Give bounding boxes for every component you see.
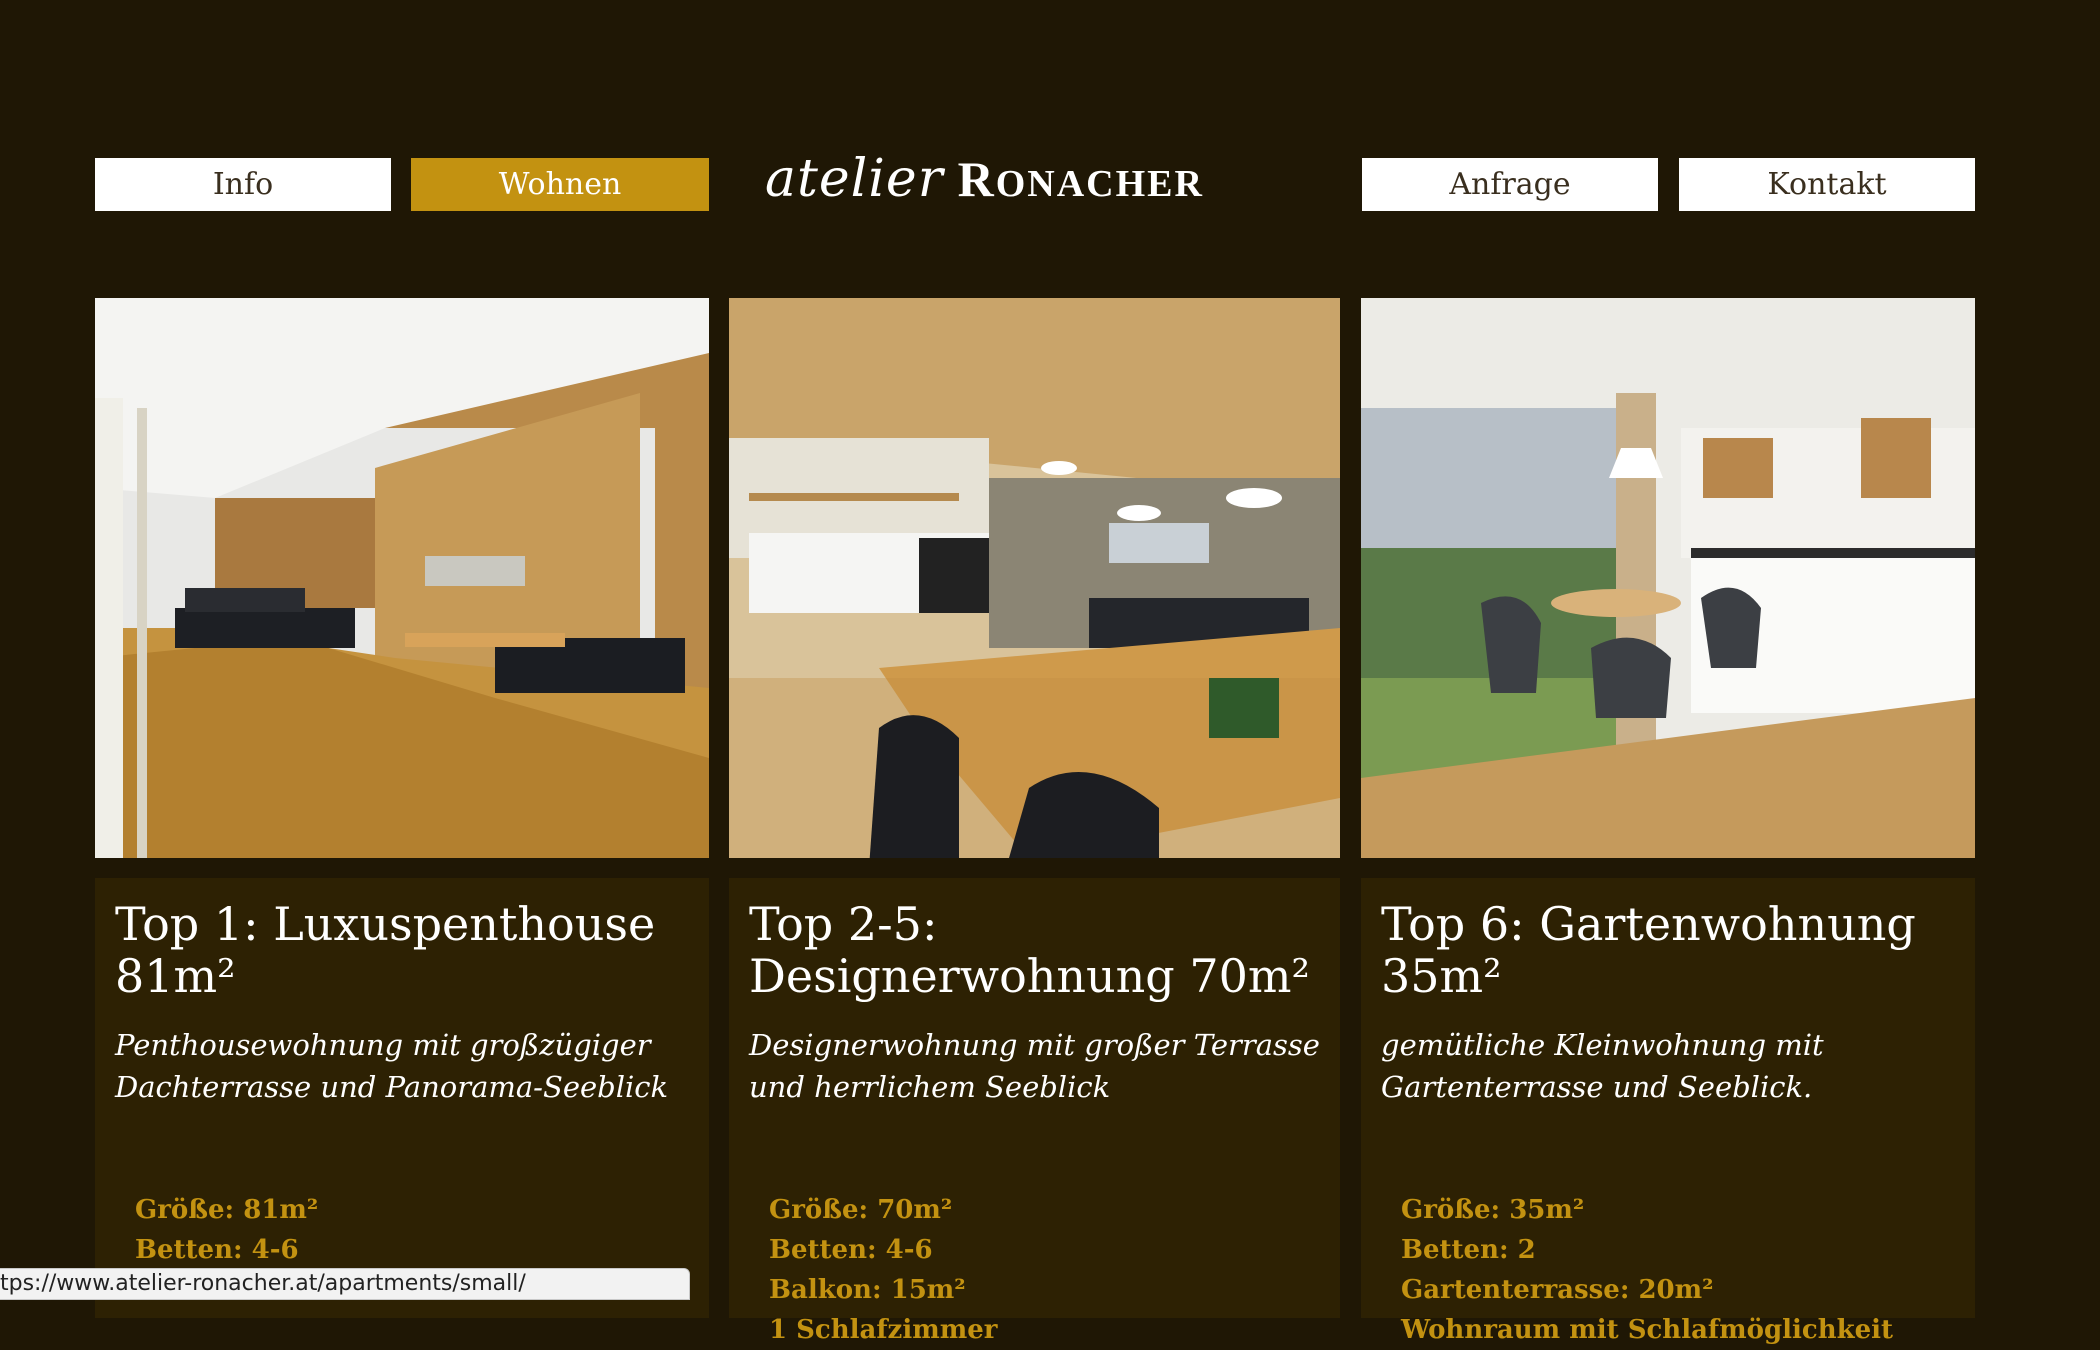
status-bar-url: tps://www.atelier-ronacher.at/apartments…	[0, 1268, 690, 1300]
apartment-description: Penthousewohnung mit großzügiger Dachter…	[115, 1028, 669, 1104]
spec-beds: Betten: 4-6	[769, 1235, 933, 1265]
apartment-specs: Größe: 35m² Betten: 2 Gartenterrasse: 20…	[1401, 1190, 1955, 1350]
nav-wohnen[interactable]: Wohnen	[411, 158, 709, 211]
nav-kontakt[interactable]: Kontakt	[1679, 158, 1975, 211]
apartment-title[interactable]: Top 2-5: Designerwohnung 70m²	[749, 898, 1320, 1002]
spec-size: Größe: 81m²	[135, 1195, 319, 1225]
apartment-title[interactable]: Top 6: Gartenwohnung 35m²	[1381, 898, 1955, 1002]
logo-caps: RONACHER	[957, 151, 1204, 207]
apartment-card-top2-5[interactable]: Top 2-5: Designerwohnung 70m² Designerwo…	[729, 298, 1340, 1345]
spec-living-room: Wohnraum mit Schlafmöglichkeit	[1401, 1315, 1894, 1345]
apartment-photo[interactable]	[1361, 298, 1975, 858]
spec-size: Größe: 70m²	[769, 1195, 953, 1225]
apartment-photo[interactable]	[95, 298, 709, 858]
apartment-description: gemütliche Kleinwohnung mit Gartenterras…	[1381, 1028, 1824, 1104]
spec-beds: Betten: 4-6	[135, 1235, 299, 1265]
nav-info[interactable]: Info	[95, 158, 391, 211]
spec-beds: Betten: 2	[1401, 1235, 1536, 1265]
apartment-card-top1[interactable]: Top 1: Luxuspenthouse 81m² Penthousewohn…	[95, 298, 709, 1318]
apartment-title[interactable]: Top 1: Luxuspenthouse 81m²	[115, 898, 689, 1002]
apartment-details: Top 6: Gartenwohnung 35m² gemütliche Kle…	[1361, 878, 1975, 1345]
apartment-description: Designerwohnung mit großer Terrasse und …	[749, 1028, 1320, 1104]
apartment-details: Top 1: Luxuspenthouse 81m² Penthousewohn…	[95, 878, 709, 1318]
spec-garden-terrace: Gartenterrasse: 20m²	[1401, 1275, 1714, 1305]
spec-size: Größe: 35m²	[1401, 1195, 1585, 1225]
apartment-photo[interactable]	[729, 298, 1340, 858]
spec-balcony: Balkon: 15m²	[769, 1275, 966, 1305]
nav-anfrage[interactable]: Anfrage	[1362, 158, 1658, 211]
spec-bedroom: 1 Schlafzimmer	[769, 1315, 998, 1345]
logo-script: atelier	[765, 149, 944, 209]
apartment-card-top6[interactable]: Top 6: Gartenwohnung 35m² gemütliche Kle…	[1361, 298, 1975, 1345]
site-logo[interactable]: atelier RONACHER	[765, 138, 1305, 220]
apartment-details: Top 2-5: Designerwohnung 70m² Designerwo…	[729, 878, 1340, 1345]
apartment-specs: Größe: 70m² Betten: 4-6 Balkon: 15m² 1 S…	[769, 1190, 1320, 1350]
